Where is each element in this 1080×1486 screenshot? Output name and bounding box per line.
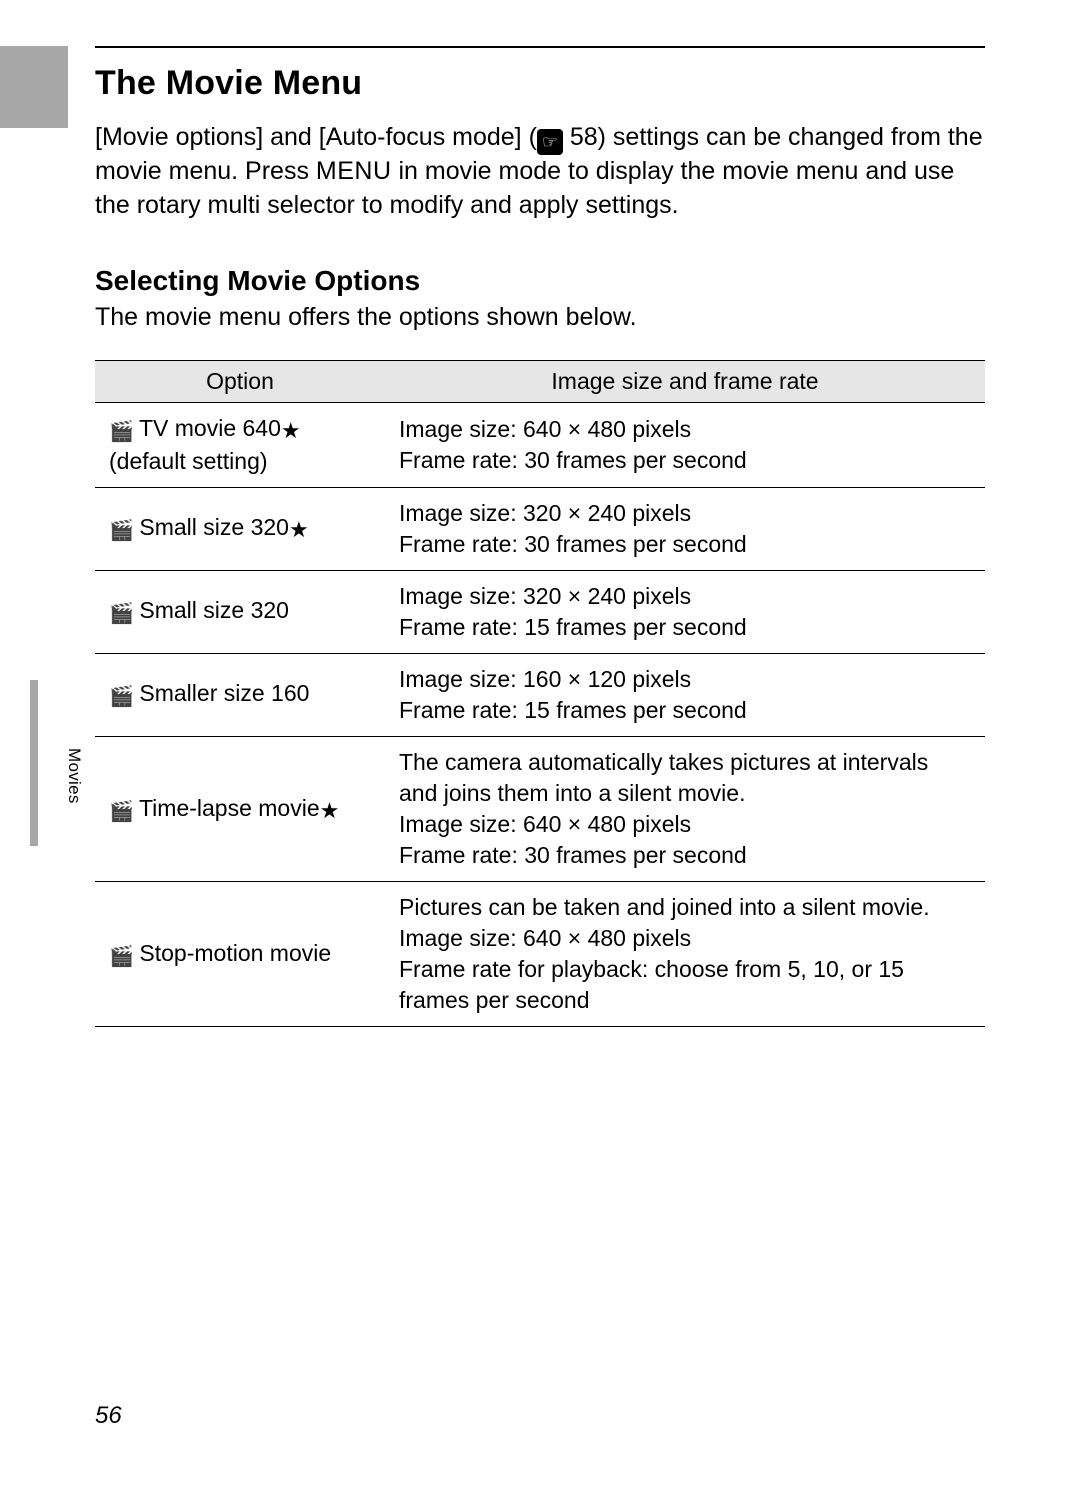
description-line: Image size: 640 × 480 pixels	[399, 811, 691, 837]
option-cell: 🎬 Smaller size 160	[95, 653, 385, 736]
table-row: 🎬 Small size 320Image size: 320 × 240 pi…	[95, 570, 985, 653]
table-row: 🎬 Time-lapse movie★The camera automatica…	[95, 736, 985, 881]
option-cell: 🎬 Small size 320	[95, 570, 385, 653]
description-line: Frame rate: 15 frames per second	[399, 614, 747, 640]
option-cell: 🎬 Stop-motion movie	[95, 882, 385, 1027]
movie-mode-icon: 🎬	[109, 684, 131, 711]
movie-mode-icon: 🎬	[109, 518, 131, 545]
section-subtext: The movie menu offers the options shown …	[95, 303, 985, 332]
option-label: Small size 320	[133, 597, 289, 623]
star-icon: ★	[281, 418, 301, 443]
table-row: 🎬 TV movie 640★ (default setting) Image si…	[95, 402, 985, 487]
intro-text-1: [Movie options] and [Auto-focus mode] (	[95, 123, 537, 151]
star-icon: ★	[289, 517, 309, 542]
description-cell: Image size: 320 × 240 pixels Frame rate: …	[385, 570, 985, 653]
option-cell: 🎬 Small size 320★	[95, 487, 385, 570]
description-cell: Pictures can be taken and joined into a …	[385, 882, 985, 1027]
table-header-desc: Image size and frame rate	[385, 360, 985, 402]
movie-mode-icon: 🎬	[109, 944, 131, 971]
description-cell: The camera automatically takes pictures …	[385, 736, 985, 881]
option-cell: 🎬 Time-lapse movie★	[95, 736, 385, 881]
side-tab: Movies	[30, 680, 74, 846]
description-line: Frame rate: 30 frames per second	[399, 842, 747, 868]
movie-mode-icon: 🎬	[109, 419, 131, 446]
option-label: Small size 320	[133, 514, 289, 540]
description-line: Frame rate: 30 frames per second	[399, 447, 747, 473]
star-icon: ★	[320, 798, 340, 823]
description-line: Pictures can be taken and joined into a …	[399, 894, 930, 920]
reference-icon: ☞	[537, 129, 563, 155]
option-sublabel: (default setting)	[109, 446, 371, 477]
table-header-option: Option	[95, 360, 385, 402]
table-row: 🎬 Small size 320★Image size: 320 × 240 p…	[95, 487, 985, 570]
page-number: 56	[95, 1402, 122, 1430]
option-label: Stop-motion movie	[133, 940, 331, 966]
description-line: Image size: 320 × 240 pixels	[399, 500, 691, 526]
description-line: The camera automatically takes pictures …	[399, 749, 928, 806]
option-label: Smaller size 160	[133, 680, 309, 706]
description-line: Frame rate: 15 frames per second	[399, 697, 747, 723]
side-tab-label: Movies	[64, 748, 84, 804]
description-line: Image size: 320 × 240 pixels	[399, 583, 691, 609]
option-cell: 🎬 TV movie 640★ (default setting)	[95, 402, 385, 487]
description-line: Frame rate: 30 frames per second	[399, 531, 747, 557]
header-band	[0, 46, 68, 128]
description-cell: Image size: 640 × 480 pixels Frame rate: …	[385, 402, 985, 487]
description-cell: Image size: 160 × 120 pixels Frame rate: …	[385, 653, 985, 736]
option-label: Time-lapse movie	[133, 795, 320, 821]
section-heading: Selecting Movie Options	[95, 265, 985, 297]
description-line: Image size: 640 × 480 pixels	[399, 925, 691, 951]
description-cell: Image size: 320 × 240 pixels Frame rate: …	[385, 487, 985, 570]
description-line: Image size: 160 × 120 pixels	[399, 666, 691, 692]
option-label: TV movie 640	[133, 415, 281, 441]
side-tab-bar	[30, 680, 38, 846]
intro-paragraph: [Movie options] and [Auto-focus mode] (☞…	[95, 121, 985, 223]
movie-mode-icon: 🎬	[109, 601, 131, 628]
movie-mode-icon: 🎬	[109, 799, 131, 826]
menu-word: MENU	[316, 157, 392, 185]
description-line: Frame rate for playback: choose from 5, …	[399, 956, 904, 1013]
options-table: Option Image size and frame rate 🎬 TV mo…	[95, 360, 985, 1028]
table-row: 🎬 Smaller size 160Image size: 160 × 120 …	[95, 653, 985, 736]
table-row: 🎬 Stop-motion movie Pictures can be taken…	[95, 882, 985, 1027]
description-line: Image size: 640 × 480 pixels	[399, 416, 691, 442]
page-title: The Movie Menu	[95, 48, 985, 121]
